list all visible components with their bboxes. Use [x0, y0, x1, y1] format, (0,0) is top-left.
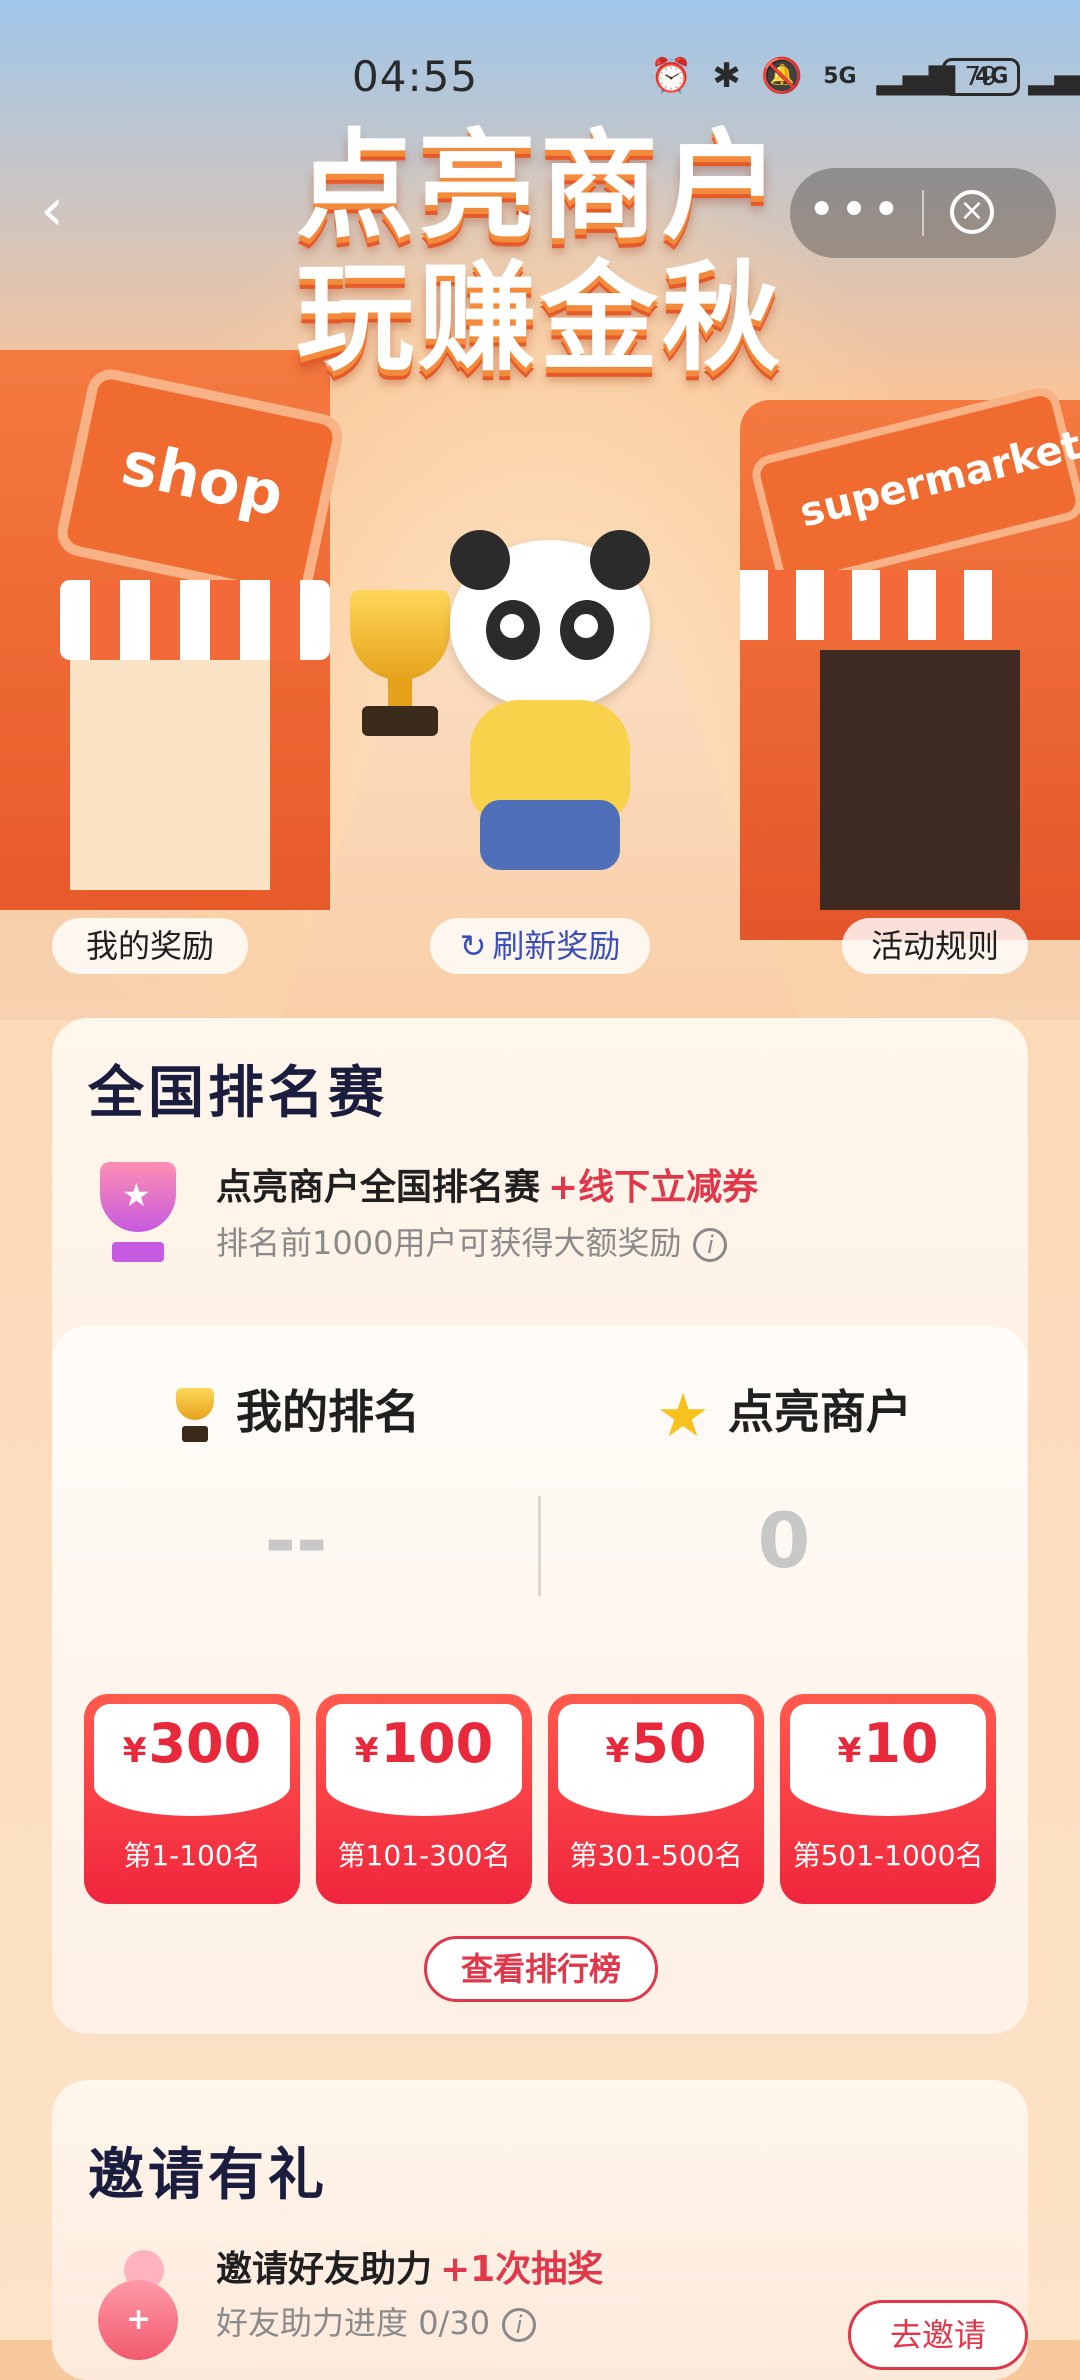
currency-symbol: ¥ [605, 1731, 630, 1771]
my-rank-value: -- [264, 1496, 328, 1585]
my-rank-stat: 我的排名 -- [52, 1376, 540, 1585]
event-subtitle: 排名前1000用户可获得大额奖励 i [216, 1218, 728, 1264]
refresh-rewards-button[interactable]: ↻ 刷新奖励 [430, 918, 650, 974]
event-name-text: 点亮商户全国排名赛 [216, 1167, 541, 1208]
ranking-event-row: ★ 点亮商户全国排名赛 +线下立减券 排名前1000用户可获得大额奖励 i [88, 1158, 988, 1278]
shop-sign: shop [53, 365, 347, 605]
lit-merchants-value: 0 [757, 1496, 811, 1585]
coupon-range: 第1-100名 [123, 1839, 261, 1872]
invite-button[interactable]: 去邀请 [848, 2300, 1028, 2370]
coupon-amount-value: 100 [380, 1712, 494, 1775]
coupon-amount-value: 10 [863, 1712, 939, 1775]
capsule-divider [922, 190, 924, 236]
info-icon[interactable]: i [693, 1228, 728, 1262]
coupon-card: ¥10 第501-1000名 [780, 1694, 996, 1904]
rank-panel: 我的排名 -- ★ 点亮商户 0 ¥300 第1-100名 ¥100 第101-3… [52, 1326, 1028, 2034]
lit-merchants-header: ★ 点亮商户 [540, 1376, 1028, 1451]
supermarket-sign-text: supermarket [795, 422, 1080, 537]
gold-trophy-icon [172, 1387, 218, 1444]
event-subtitle-text: 排名前1000用户可获得大额奖励 [216, 1224, 682, 1262]
view-leaderboard-button[interactable]: 查看排行榜 [424, 1936, 658, 2002]
refresh-rewards-label: 刷新奖励 [492, 927, 621, 965]
coupon-amount: ¥10 [780, 1712, 996, 1775]
currency-symbol: ¥ [122, 1731, 147, 1771]
back-chevron-icon[interactable]: ‹ [40, 180, 64, 240]
event-title: 点亮商户全国排名赛 +线下立减券 [216, 1158, 758, 1210]
invite-card: 邀请有礼 + 邀请好友助力 +1次抽奖 好友助力进度 0/30 i 去邀请 [52, 2080, 1028, 2380]
balloon-icon: + [88, 2250, 188, 2370]
supermarket-interior [820, 650, 1020, 910]
more-button[interactable]: ••• [790, 168, 922, 258]
coupon-amount: ¥300 [84, 1712, 300, 1775]
invite-progress-value: 0/30 [418, 2304, 491, 2342]
coupon-amount: ¥100 [316, 1712, 532, 1775]
reward-coupons: ¥300 第1-100名 ¥100 第101-300名 ¥50 第301-500… [84, 1694, 996, 1904]
shop-sign-text: shop [115, 428, 290, 531]
coupon-card: ¥50 第301-500名 [548, 1694, 764, 1904]
panda-mascot [430, 530, 670, 880]
shop-interior [70, 660, 270, 890]
coupon-amount: ¥50 [548, 1712, 764, 1775]
section-title-invite: 邀请有礼 [88, 2130, 328, 2215]
coupon-amount-value: 300 [148, 1712, 262, 1775]
hero-banner: shop supermarket 点亮商户 玩赚金秋 04:55 ⏰ ✱ 🔕 5… [0, 0, 1080, 1020]
star-icon: ★ [656, 1380, 710, 1451]
coupon-range: 第501-1000名 [792, 1839, 984, 1872]
coupon-range: 第301-500名 [569, 1839, 743, 1872]
status-time: 04:55 [352, 52, 479, 101]
invite-progress: 好友助力进度 0/30 i [216, 2298, 537, 2344]
alarm-icon: ⏰ [650, 56, 693, 96]
shop-illustration: shop [0, 350, 347, 910]
supermarket-sign: supermarket [748, 383, 1080, 593]
coupon-amount-value: 50 [631, 1712, 707, 1775]
invite-name-text: 邀请好友助力 [216, 2249, 433, 2290]
battery-icon: 79 [942, 58, 1020, 96]
lit-merchants-label: 点亮商户 [727, 1385, 912, 1439]
refresh-icon: ↻ [459, 927, 487, 965]
supermarket-awning [740, 570, 1000, 640]
activity-rules-button[interactable]: 活动规则 [842, 918, 1028, 974]
pink-trophy-icon: ★ [88, 1162, 188, 1272]
event-tag: +线下立减券 [548, 1167, 759, 1208]
invite-row: + 邀请好友助力 +1次抽奖 好友助力进度 0/30 i 去邀请 [88, 2240, 1028, 2380]
mute-icon: 🔕 [760, 56, 804, 96]
coupon-range: 第101-300名 [337, 1839, 511, 1872]
section-title-ranking: 全国排名赛 [88, 1048, 388, 1133]
currency-symbol: ¥ [354, 1731, 379, 1771]
my-rank-header: 我的排名 [52, 1376, 540, 1444]
invite-title: 邀请好友助力 +1次抽奖 [216, 2240, 603, 2292]
coupon-card: ¥100 第101-300名 [316, 1694, 532, 1904]
status-bar: 04:55 ⏰ ✱ 🔕 5G ▂▄▆ 4G ▂▄▆ 79 [0, 40, 1080, 120]
invite-tag: +1次抽奖 [440, 2249, 604, 2290]
national-ranking-card: 全国排名赛 ★ 点亮商户全国排名赛 +线下立减券 排名前1000用户可获得大额奖励… [52, 1018, 1028, 2034]
my-rank-label: 我的排名 [236, 1385, 420, 1439]
currency-symbol: ¥ [837, 1731, 862, 1771]
bluetooth-icon: ✱ [712, 56, 741, 96]
network-5g-label: 5G [823, 63, 857, 89]
info-icon[interactable]: i [502, 2308, 537, 2342]
supermarket-illustration: supermarket [740, 383, 1080, 940]
mini-program-capsule: ••• × [790, 168, 1056, 258]
invite-progress-label: 好友助力进度 [216, 2304, 409, 2342]
shop-awning [60, 580, 330, 660]
signal-icon: ▂▄▆ [1028, 56, 1080, 96]
coupon-card: ¥300 第1-100名 [84, 1694, 300, 1904]
my-rewards-button[interactable]: 我的奖励 [52, 918, 248, 974]
close-icon[interactable]: × [950, 190, 994, 234]
lit-merchants-stat: ★ 点亮商户 0 [540, 1376, 1028, 1586]
hero-title-line-2: 玩赚金秋 [295, 249, 784, 387]
